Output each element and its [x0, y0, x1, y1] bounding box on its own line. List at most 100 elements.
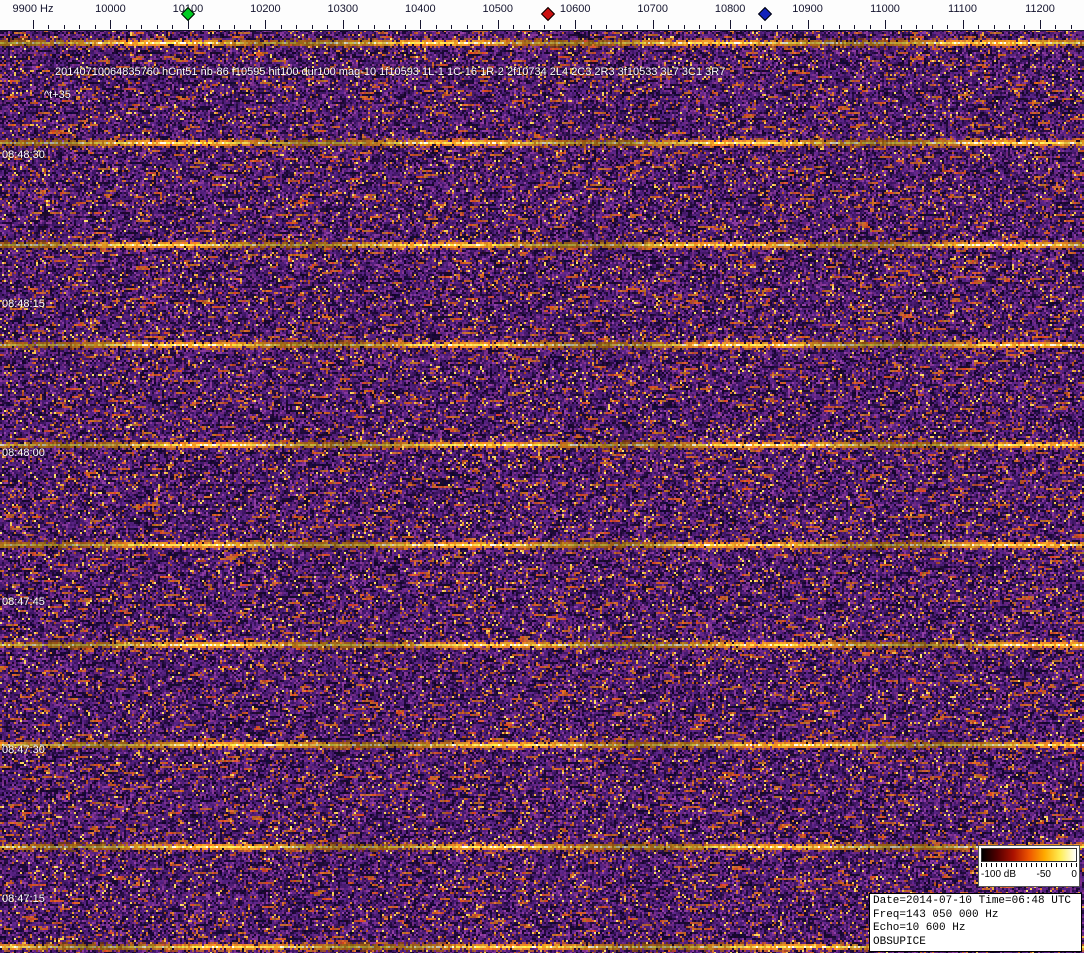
freq-minor-tick	[777, 25, 778, 29]
freq-minor-tick	[947, 25, 948, 29]
freq-minor-tick	[1009, 25, 1010, 29]
freq-minor-tick	[622, 25, 623, 29]
freq-minor-tick	[374, 25, 375, 29]
freq-minor-tick	[126, 25, 127, 29]
freq-minor-tick	[637, 25, 638, 29]
colorbar-label-min: -100 dB	[981, 869, 1016, 880]
freq-minor-tick	[529, 25, 530, 29]
freq-minor-tick	[916, 25, 917, 29]
freq-minor-tick	[467, 25, 468, 29]
freq-minor-tick	[746, 25, 747, 29]
freq-major-tick	[420, 20, 421, 29]
freq-minor-tick	[544, 25, 545, 29]
colorbar-labels: -100 dB -50 0	[979, 867, 1079, 880]
freq-major-tick	[1040, 20, 1041, 29]
freq-minor-tick	[296, 25, 297, 29]
freq-minor-tick	[482, 25, 483, 29]
time-tick-label: 08:47:45	[2, 596, 45, 608]
freq-minor-tick	[64, 25, 65, 29]
freq-tick-label: 10000	[95, 3, 126, 15]
status-info-box: Date=2014-07-10 Time=06:48 UTC Freq=143 …	[869, 893, 1082, 952]
freq-tick-label: 11200	[1025, 3, 1055, 15]
freq-minor-tick	[79, 25, 80, 29]
freq-tick-label: 11100	[948, 3, 977, 15]
freq-minor-tick	[405, 25, 406, 29]
freq-tick-label: 10400	[405, 3, 436, 15]
freq-minor-tick	[839, 25, 840, 29]
freq-major-tick	[963, 20, 964, 29]
freq-minor-tick	[715, 25, 716, 29]
freq-minor-tick	[560, 25, 561, 29]
freq-major-tick	[33, 20, 34, 29]
freq-minor-tick	[1071, 25, 1072, 29]
detection-info-text: 20140710064835760 hCnt51 nb-86 f10595 hi…	[55, 66, 725, 78]
freq-minor-tick	[157, 25, 158, 29]
freq-major-tick	[188, 20, 189, 29]
freq-major-tick	[498, 20, 499, 29]
colorbar-legend: -100 dB -50 0	[978, 845, 1080, 887]
freq-minor-tick	[451, 25, 452, 29]
info-frequency: Freq=143 050 000 Hz	[873, 909, 1078, 923]
freq-minor-tick	[591, 25, 592, 29]
time-tick-label: 08:48:00	[2, 447, 45, 459]
freq-major-tick	[730, 20, 731, 29]
freq-minor-tick	[250, 25, 251, 29]
freq-minor-tick	[792, 25, 793, 29]
freq-minor-tick	[699, 25, 700, 29]
freq-minor-tick	[932, 25, 933, 29]
time-tick-label: 08:47:15	[2, 893, 45, 905]
freq-major-tick	[653, 20, 654, 29]
freq-minor-tick	[978, 25, 979, 29]
freq-minor-tick	[234, 25, 235, 29]
freq-minor-tick	[606, 25, 607, 29]
freq-tick-label: 10800	[715, 3, 746, 15]
freq-minor-tick	[203, 25, 204, 29]
freq-major-tick	[808, 20, 809, 29]
freq-minor-tick	[668, 25, 669, 29]
info-date-time: Date=2014-07-10 Time=06:48 UTC	[873, 895, 1078, 909]
freq-tick-label: 11000	[870, 3, 900, 15]
freq-minor-tick	[389, 25, 390, 29]
freq-tick-label: 10500	[482, 3, 513, 15]
freq-major-tick	[265, 20, 266, 29]
colorbar-gradient	[981, 848, 1077, 862]
cursor-info-text: ^t+35	[44, 89, 71, 101]
freq-major-tick	[575, 20, 576, 29]
freq-major-tick	[885, 20, 886, 29]
colorbar-label-max: 0	[1071, 869, 1077, 880]
freq-minor-tick	[95, 25, 96, 29]
freq-minor-tick	[823, 25, 824, 29]
freq-tick-label: 10300	[328, 3, 359, 15]
time-tick-label: 08:47:30	[2, 744, 45, 756]
freq-minor-tick	[870, 25, 871, 29]
time-tick-label: 08:48:15	[2, 298, 45, 310]
freq-tick-label: 10900	[792, 3, 823, 15]
freq-minor-tick	[358, 25, 359, 29]
freq-tick-label: 10600	[560, 3, 591, 15]
freq-minor-tick	[854, 25, 855, 29]
freq-tick-label: 10700	[637, 3, 668, 15]
info-echo: Echo=10 600 Hz	[873, 922, 1078, 936]
freq-minor-tick	[312, 25, 313, 29]
freq-minor-tick	[994, 25, 995, 29]
freq-minor-tick	[48, 25, 49, 29]
colorbar-label-mid: -50	[1037, 869, 1051, 880]
freq-minor-tick	[172, 25, 173, 29]
freq-minor-tick	[436, 25, 437, 29]
freq-minor-tick	[901, 25, 902, 29]
freq-minor-tick	[141, 25, 142, 29]
info-station: OBSUPICE	[873, 936, 1078, 950]
freq-minor-tick	[513, 25, 514, 29]
freq-minor-tick	[684, 25, 685, 29]
freq-major-tick	[343, 20, 344, 29]
time-tick-label: 08:48:30	[2, 149, 45, 161]
spectrogram-waterfall	[0, 30, 1084, 953]
freq-minor-tick	[1024, 25, 1025, 29]
freq-minor-tick	[327, 25, 328, 29]
freq-minor-tick	[761, 25, 762, 29]
freq-major-tick	[110, 20, 111, 29]
spectrogram-app: 9900 Hz100001010010200103001040010500106…	[0, 0, 1084, 953]
freq-minor-tick	[219, 25, 220, 29]
freq-minor-tick	[281, 25, 282, 29]
freq-tick-label: 9900 Hz	[13, 3, 54, 15]
